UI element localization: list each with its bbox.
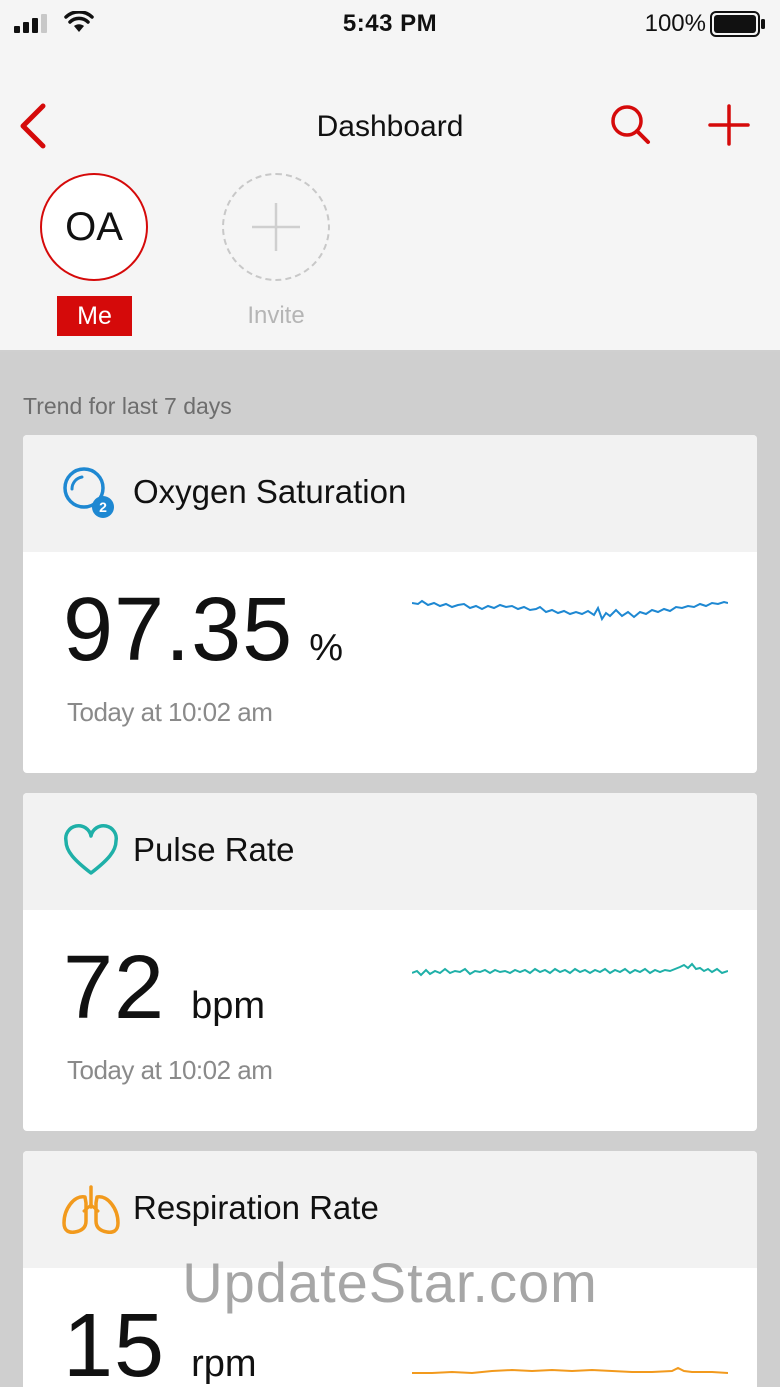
pulse-rate-card[interactable]: Pulse Rate 72 bpm Today at 10:02 am [23, 793, 757, 1131]
plus-icon [708, 104, 750, 146]
invite-label: Invite [247, 302, 305, 329]
battery-percent: 100% [644, 10, 706, 37]
page-title: Dashboard [316, 110, 464, 143]
svg-text:2: 2 [99, 499, 107, 515]
oxygen-saturation-card[interactable]: 2 Oxygen Saturation 97.35% Today at 10:0… [23, 435, 757, 773]
section-label: Trend for last 7 days [23, 393, 232, 419]
header-area: 5:43 PM 100% Dashboard OA Me Invite [0, 0, 780, 352]
add-button[interactable] [706, 102, 752, 148]
value-unit: rpm [191, 1343, 257, 1385]
card-header: Respiration Rate [23, 1151, 757, 1268]
card-timestamp: Today at 10:02 am [67, 1055, 273, 1085]
value-number: 97.35 [63, 580, 294, 680]
lungs-icon [62, 1185, 120, 1234]
oxygen-icon: 2 [63, 467, 114, 518]
value-unit: % [309, 627, 344, 669]
respiration-trend-sparkline [412, 1366, 728, 1375]
value-number: 72 [63, 938, 166, 1038]
plus-icon [252, 203, 300, 251]
chevron-left-icon [20, 103, 46, 149]
card-title: Oxygen Saturation [133, 473, 407, 510]
card-value: 72 bpm [63, 943, 265, 1033]
heart-icon [64, 824, 118, 875]
search-button[interactable] [608, 102, 654, 148]
card-title: Pulse Rate [133, 831, 295, 868]
profile-avatar-me[interactable]: OA [40, 173, 148, 281]
navigation-bar: Dashboard [0, 90, 780, 162]
card-header: Pulse Rate [23, 793, 757, 910]
oxygen-trend-sparkline [412, 599, 728, 622]
search-icon [611, 105, 650, 144]
card-timestamp: Today at 10:02 am [67, 697, 273, 727]
value-unit: bpm [191, 985, 266, 1027]
card-header: 2 Oxygen Saturation [23, 435, 757, 552]
card-value: 97.35% [63, 585, 343, 675]
value-number: 15 [63, 1296, 166, 1387]
card-value: 15 rpm [63, 1301, 257, 1387]
card-title: Respiration Rate [133, 1189, 379, 1226]
back-button[interactable] [14, 100, 54, 152]
battery-icon [710, 11, 765, 37]
me-badge: Me [57, 296, 132, 336]
respiration-rate-card[interactable]: Respiration Rate 15 rpm [23, 1151, 757, 1387]
invite-button[interactable] [222, 173, 330, 281]
status-bar: 5:43 PM 100% [0, 0, 780, 48]
pulse-trend-sparkline [412, 962, 728, 977]
